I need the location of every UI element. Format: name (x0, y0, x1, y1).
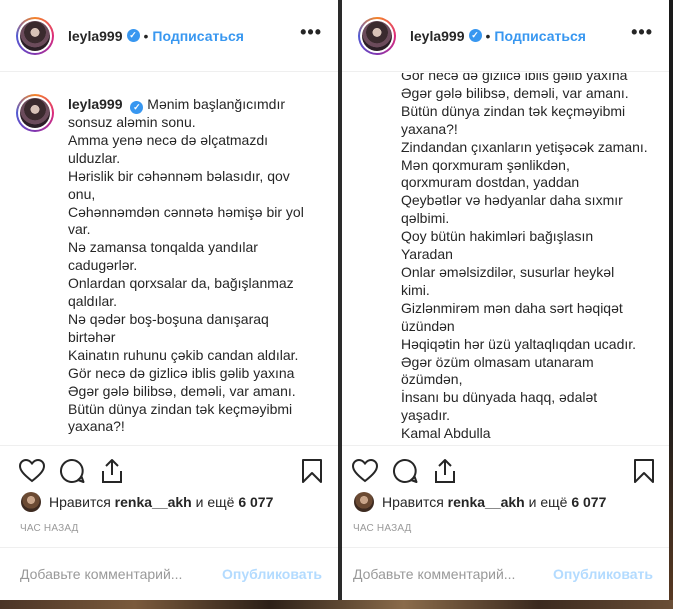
caption-line: Əgər gələ bilibsə, deməli, var amanı. (401, 84, 629, 101)
liker-avatar[interactable] (21, 492, 41, 512)
caption-line: Gizlənmirəm mən daha sərt həqiqət (401, 299, 623, 316)
caption-line: yaxana?! (68, 418, 125, 435)
caption-line: Əgər özüm olmasam utanaram (401, 353, 594, 370)
caption-line: Onlardan qorxsalar da, bağışlanmaz (68, 275, 294, 292)
avatar[interactable] (16, 94, 54, 132)
likes-middle: и ещё (528, 494, 568, 510)
caption-area: leyla999 ✓ Mənim başlanğıcımdır sonsuz al… (0, 73, 338, 445)
caption-line: Mənim başlanğıcımdır (147, 96, 285, 112)
separator-dot: • (143, 27, 149, 44)
caption-line: Hərislik bir cəhənnəm bəlasıdır, qov (68, 167, 290, 184)
caption-line: onu, (68, 185, 96, 202)
heart-icon[interactable] (352, 459, 378, 483)
add-comment-section: Добавьте комментарий... Опубликовать (342, 547, 669, 600)
caption-line: Zindandan çıxanların yetişəcək zamanı. (401, 138, 648, 155)
username[interactable]: leyla999 (410, 28, 465, 44)
verified-icon: ✓ (468, 29, 482, 42)
background-strip (0, 600, 673, 609)
likes-middle: и ещё (195, 494, 235, 510)
caption-line: Əgər gələ bilibsə, deməli, var amanı. (68, 382, 296, 399)
caption-line: qəlbimi. (401, 210, 450, 227)
caption-line: Amma yenə necə də əlçatmazdı (68, 131, 268, 148)
caption-line: var. (68, 221, 91, 238)
comment-icon[interactable] (392, 458, 418, 484)
caption-line: kimi. (401, 281, 430, 298)
caption-line: Qoy bütün hakimləri bağışlasın (401, 228, 594, 245)
caption-line: Bütün dünya zindan tək keçməyibmi (68, 400, 293, 417)
caption-line: İnsanı bu dünyada haqq, ədalət (401, 389, 598, 406)
heart-icon[interactable] (19, 459, 45, 483)
action-bar (342, 445, 669, 493)
post-time[interactable]: ЧАС НАЗАД (353, 523, 412, 534)
likes-prefix: Нравится (382, 494, 444, 510)
caption-line: Kainatın ruhunu çəkib candan aldılar. (68, 346, 299, 363)
background-edge (669, 0, 673, 609)
caption-line: Onlar əməlsizdilər, susurlar heykəl (401, 263, 615, 280)
caption-line: Həqiqətin hər üzü yaltaqlıqdan ucadır. (401, 335, 637, 352)
caption-line: qorxmuram dostdan, yaddan (401, 174, 580, 191)
caption-line: özümdən, (401, 371, 463, 388)
caption-area: Gör necə də gizlicə iblis gəlib yaxına Əg… (342, 73, 669, 445)
bookmark-icon[interactable] (633, 458, 655, 484)
caption-line: Gör necə də gizlicə iblis gəlib yaxına (401, 73, 628, 83)
verified-icon: ✓ (130, 101, 144, 114)
publish-button[interactable]: Опубликовать (553, 566, 653, 582)
separator-dot: • (485, 27, 491, 44)
avatar[interactable] (16, 16, 54, 55)
caption-line: cadugərlər. (68, 257, 138, 274)
liker-username[interactable]: renka__akh (448, 494, 525, 510)
more-icon[interactable]: ••• (300, 23, 322, 41)
caption-line: üzündən (401, 317, 455, 334)
verified-icon: ✓ (126, 29, 140, 42)
caption-line: Mən qorxmuram şənlikdən, (401, 156, 570, 173)
more-icon[interactable]: ••• (631, 23, 653, 41)
caption-line: sonsuz aləmin sonu. (68, 114, 196, 130)
liker-avatar[interactable] (354, 492, 374, 512)
publish-button[interactable]: Опубликовать (222, 566, 322, 582)
caption-line: Nə zamansa tonqalda yandılar (68, 239, 258, 256)
add-comment-section: Добавьте комментарий... Опубликовать (0, 547, 338, 600)
follow-button[interactable]: Подписаться (494, 28, 586, 44)
caption-line: ulduzlar. (68, 149, 121, 166)
likes-row: Нравится renka__akh и ещё 6 077 (0, 492, 338, 512)
caption-line: Nə qədər boş-boşuna danışaraq (68, 310, 269, 327)
comment-input[interactable]: Добавьте комментарий... (353, 566, 515, 582)
follow-button[interactable]: Подписаться (152, 28, 244, 44)
caption-line: Gör necə də gizlicə iblis gəlib yaxına (68, 364, 295, 381)
comment-icon[interactable] (59, 458, 85, 484)
username[interactable]: leyla999 (68, 28, 123, 44)
post-panel-right: leyla999 ✓ • Подписаться ••• Gör necə də… (342, 0, 669, 600)
likes-prefix: Нравится (49, 494, 111, 510)
caption-username[interactable]: leyla999 (68, 96, 123, 112)
caption-line: Kamal Abdulla (401, 425, 491, 442)
bookmark-icon[interactable] (301, 458, 323, 484)
caption-line: Qeybətlər və hədyanlar daha sıxmır (401, 192, 623, 209)
likes-count[interactable]: 6 077 (238, 494, 273, 510)
share-icon[interactable] (432, 458, 458, 484)
post-time[interactable]: ЧАС НАЗАД (20, 523, 79, 534)
caption-text: Gör necə də gizlicə iblis gəlib yaxına Əg… (401, 73, 656, 443)
caption-line: birtəhər (68, 328, 116, 345)
post-panel-left: leyla999 ✓ • Подписаться ••• leyla999 ✓ … (0, 0, 338, 600)
caption-line: Yaradan (401, 246, 453, 263)
avatar[interactable] (358, 16, 396, 55)
comment-input[interactable]: Добавьте комментарий... (20, 566, 182, 582)
post-header: leyla999 ✓ • Подписаться ••• (342, 0, 669, 72)
share-icon[interactable] (99, 458, 125, 484)
liker-username[interactable]: renka__akh (115, 494, 192, 510)
caption-line: yaxana?! (401, 120, 458, 137)
caption-text: leyla999 ✓ Mənim başlanğıcımdır sonsuz al… (68, 96, 318, 436)
caption-line: Cəhənnəmdən cənnətə həmişə bir yol (68, 203, 304, 220)
likes-count[interactable]: 6 077 (571, 494, 606, 510)
caption-line: Bütün dünya zindan tək keçməyibmi (401, 102, 626, 119)
caption-line: qaldılar. (68, 293, 118, 310)
action-bar (0, 445, 338, 493)
caption-line: yaşadır. (401, 407, 451, 424)
likes-row: Нравится renka__akh и ещё 6 077 (342, 492, 669, 512)
post-header: leyla999 ✓ • Подписаться ••• (0, 0, 338, 72)
